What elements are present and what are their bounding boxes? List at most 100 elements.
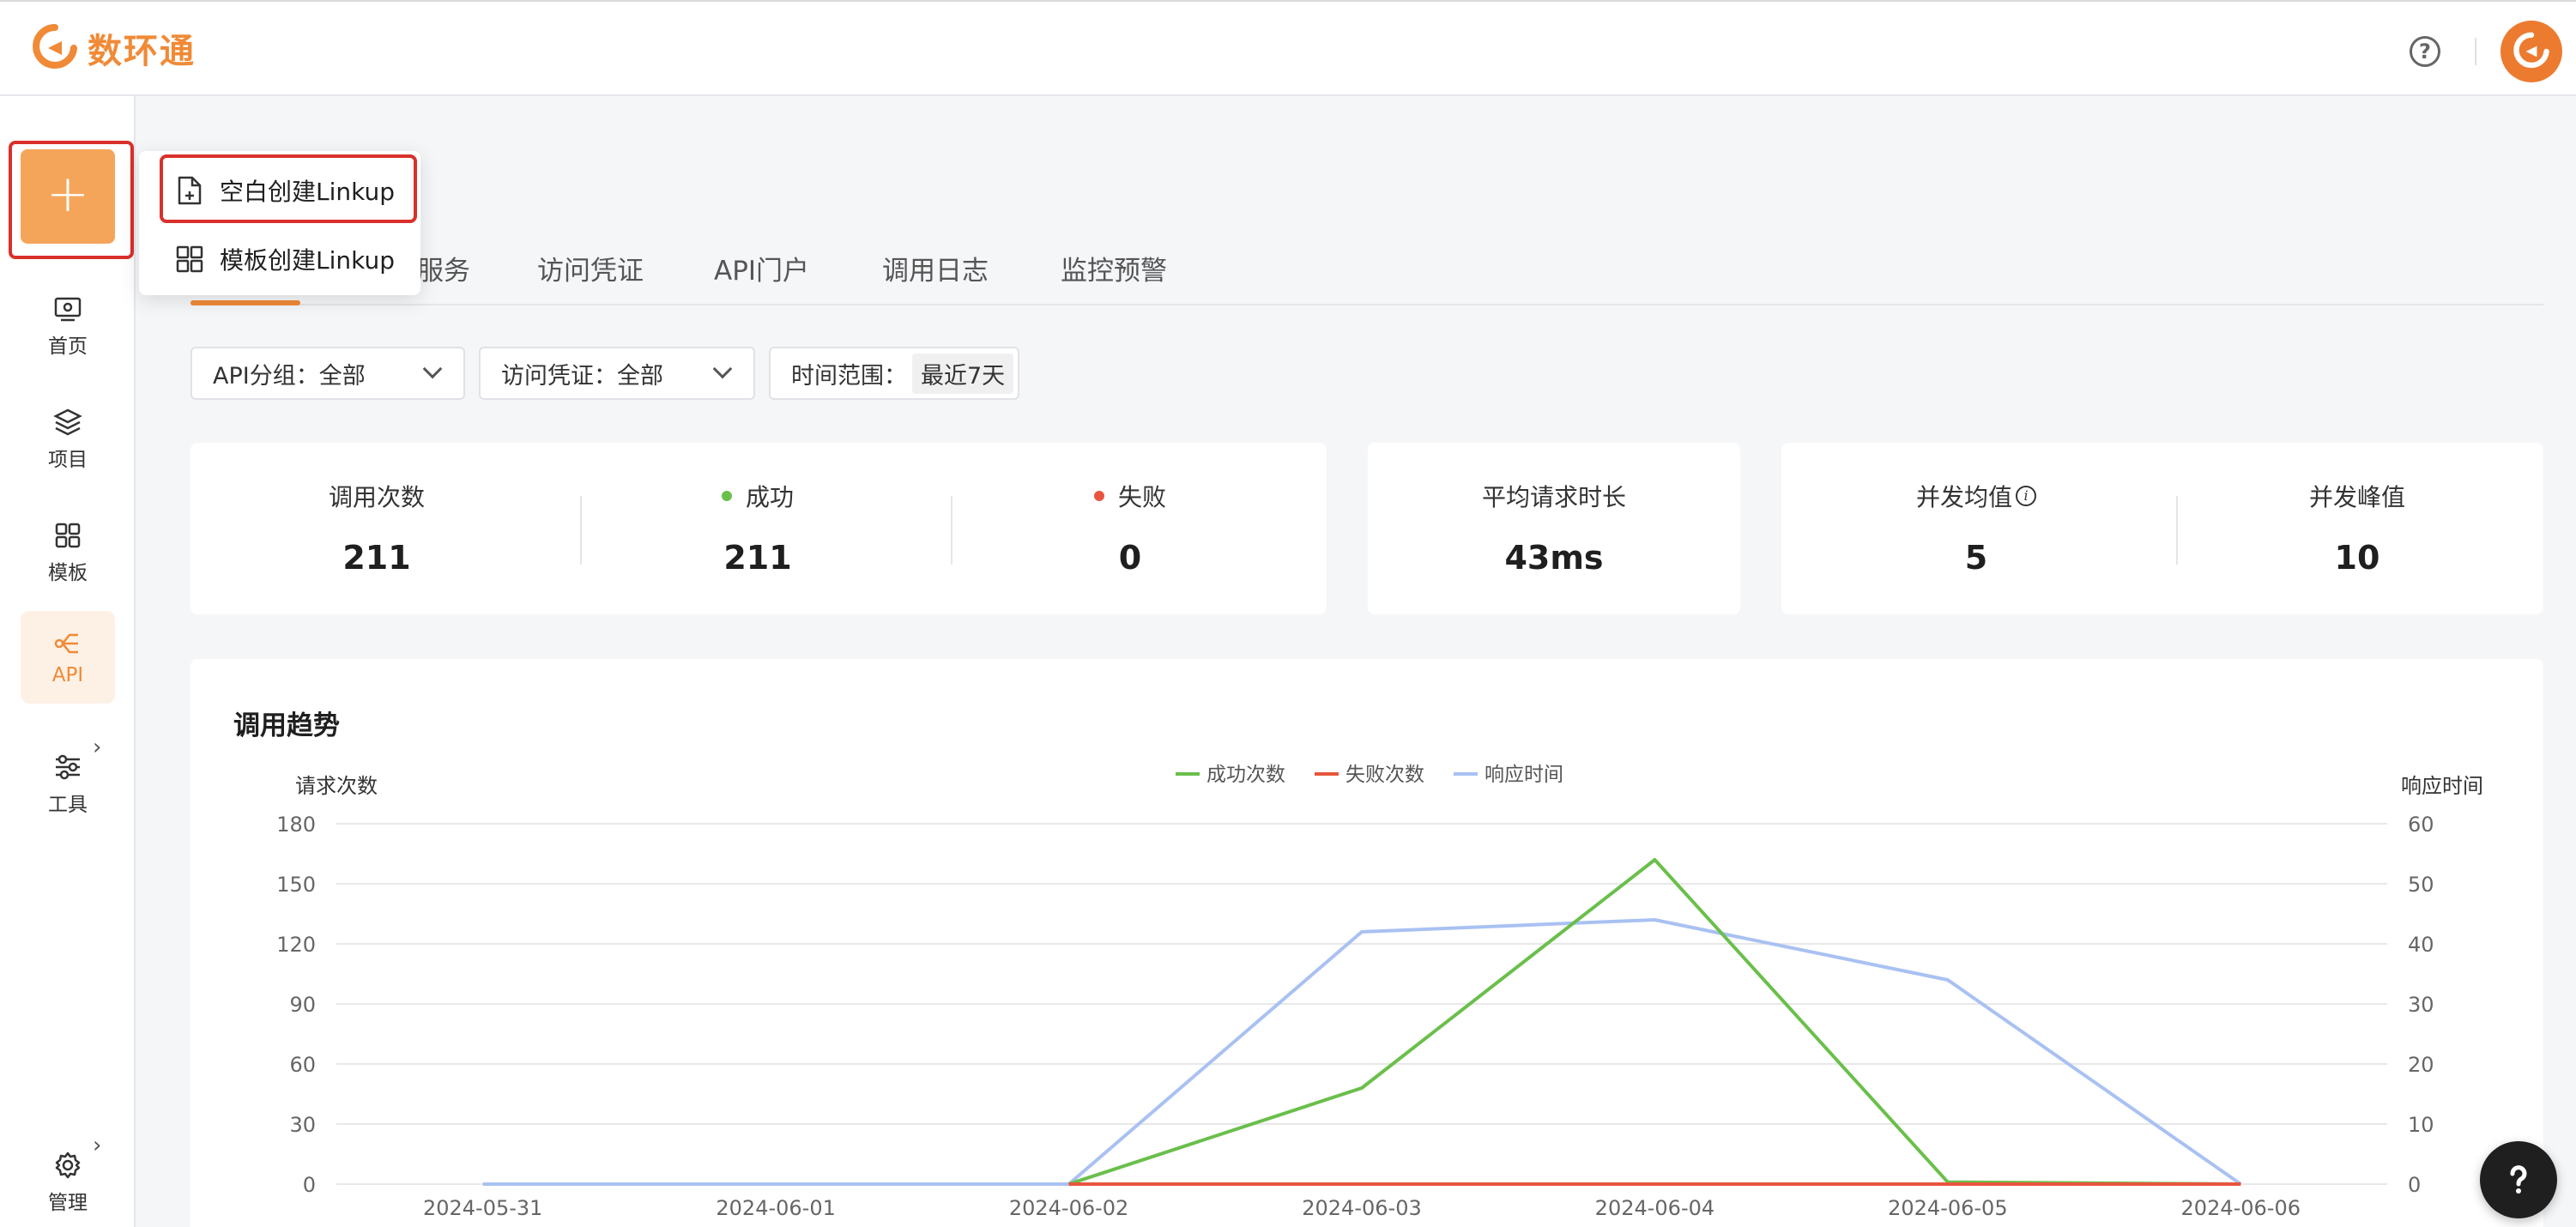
- x-tick-label: 2024-06-01: [716, 1196, 835, 1220]
- chevron-down-icon: [422, 359, 443, 379]
- y-tick-label: 90: [289, 993, 316, 1017]
- stat-value: 10: [2334, 539, 2380, 577]
- stat-label: 并发均值: [1915, 483, 2012, 511]
- stat-concurrency-peak: 并发峰值 10: [2173, 479, 2542, 577]
- avg-duration-card: 平均请求时长 43ms: [1368, 443, 1740, 614]
- y-tick-label: 0: [303, 1173, 316, 1197]
- call-stats-card: 调用次数 211 成功 211 失败 0: [190, 443, 1327, 614]
- y-tick-label: 150: [276, 873, 316, 897]
- stat-value: 0: [1118, 539, 1142, 577]
- stat-label: 调用次数: [328, 483, 425, 511]
- credential-value: 访问凭证：全部: [501, 362, 663, 390]
- stat-failure: 失败 0: [946, 479, 1315, 577]
- stat-value: 43ms: [1504, 539, 1604, 577]
- sidebar-item-label: 工具: [48, 794, 88, 816]
- tab-call-logs[interactable]: 调用日志: [882, 249, 989, 287]
- create-button-highlight: [9, 141, 134, 259]
- time-range-label: 时间范围：: [791, 362, 907, 390]
- y2-tick-label: 20: [2408, 1053, 2434, 1077]
- top-header: 数环通 ?: [0, 0, 2576, 96]
- tools-chevron-right-icon: ›: [93, 734, 102, 760]
- stat-value: 5: [1964, 539, 1988, 577]
- stat-avg-duration: 平均请求时长 43ms: [1370, 479, 1738, 577]
- success-dot-icon: [721, 491, 732, 501]
- sidebar-item-label: 首页: [48, 335, 88, 358]
- sidebar-item-projects[interactable]: 项目: [21, 393, 115, 486]
- time-range-value: 最近7天: [912, 353, 1014, 394]
- y2-tick-label: 0: [2408, 1173, 2421, 1197]
- menu-item-template-create[interactable]: 模板创建Linkup: [175, 242, 395, 276]
- active-tab-indicator: [190, 300, 300, 305]
- tab-api-portal[interactable]: API门户: [714, 249, 809, 287]
- x-tick-label: 2024-06-02: [1009, 1196, 1128, 1220]
- stat-label: 成功: [745, 483, 794, 511]
- time-range-select[interactable]: 时间范围： 最近7天: [769, 347, 1019, 400]
- x-tick-label: 2024-06-03: [1302, 1196, 1421, 1220]
- api-group-value: API分组：全部: [213, 362, 366, 390]
- layers-icon: [53, 408, 82, 436]
- legend-label: 响应时间: [1485, 764, 1563, 786]
- grid-icon: [55, 523, 81, 548]
- stat-label: 平均请求时长: [1481, 483, 1626, 511]
- sidebar-item-templates[interactable]: 模板: [21, 506, 115, 599]
- sidebar-item-api[interactable]: API: [21, 611, 115, 704]
- y-tick-label: 60: [289, 1053, 316, 1077]
- call-trend-chart: 0 30 60 90 120 150 180 0 10 20 30 40 50 60 请求次数 响应时间 202…: [276, 764, 2483, 1220]
- y-tick-label: 30: [289, 1113, 316, 1137]
- x-tick-label: 2024-06-06: [2181, 1196, 2301, 1220]
- y2-tick-label: 30: [2408, 993, 2434, 1017]
- tab-bar: 服务 访问凭证 API门户 调用日志 监控预警: [190, 240, 2543, 305]
- tab-credentials[interactable]: 访问凭证: [537, 249, 644, 287]
- legend-label: 成功次数: [1206, 764, 1285, 786]
- sidebar: + 首页 项目 模板 API 工具 › 管理 ›: [0, 96, 136, 1227]
- y2-tick-label: 10: [2408, 1113, 2434, 1137]
- sidebar-item-label: API: [51, 664, 84, 686]
- call-trend-card: 调用趋势 0 30 60 90 120 150 180 0 10 20 30 40 50 60 请求次数 响应…: [190, 659, 2543, 1227]
- stat-concurrency-avg: 并发均值 i 5: [1792, 479, 2161, 577]
- logo-icon: [33, 24, 77, 69]
- admin-chevron-right-icon: ›: [93, 1133, 102, 1158]
- legend-label: 失败次数: [1345, 764, 1424, 786]
- stat-calls: 调用次数 211: [192, 479, 561, 577]
- help-icon[interactable]: ?: [2410, 36, 2440, 67]
- chevron-down-icon: [712, 359, 733, 379]
- stat-label: 并发峰值: [2308, 483, 2405, 511]
- info-icon[interactable]: i: [2016, 486, 2036, 506]
- sidebar-item-label: 项目: [48, 449, 88, 471]
- failure-dot-icon: [1093, 491, 1104, 501]
- x-tick-label: 2024-06-04: [1595, 1196, 1714, 1220]
- monitor-icon: [54, 297, 82, 322]
- x-tick-label: 2024-05-31: [423, 1196, 542, 1220]
- help-question-icon: [2510, 1165, 2527, 1194]
- floating-help-button[interactable]: [2480, 1141, 2557, 1218]
- api-group-select[interactable]: API分组：全部: [190, 347, 465, 400]
- stat-value: 211: [723, 539, 792, 577]
- concurrency-card: 并发均值 i 5 并发峰值 10: [1781, 443, 2543, 614]
- sidebar-item-home[interactable]: 首页: [21, 280, 115, 372]
- tab-services[interactable]: 服务: [417, 249, 470, 287]
- avatar[interactable]: [2500, 21, 2562, 82]
- credential-select[interactable]: 访问凭证：全部: [479, 347, 755, 400]
- sliders-icon: [56, 754, 80, 780]
- x-tick-label: 2024-06-05: [1888, 1196, 2007, 1220]
- series-line: [482, 918, 2242, 1186]
- app-logo[interactable]: 数环通: [31, 22, 196, 74]
- stat-label: 失败: [1117, 483, 1166, 511]
- y2-tick-label: 60: [2408, 813, 2434, 837]
- app-name: 数环通: [88, 32, 196, 71]
- y-axis-title: 请求次数: [295, 774, 378, 798]
- api-icon: [54, 633, 78, 654]
- template-grid-icon: [176, 245, 203, 273]
- stat-value: 211: [342, 539, 411, 577]
- header-divider: [2475, 38, 2476, 65]
- y2-tick-label: 40: [2408, 933, 2434, 957]
- blank-create-highlight: [160, 154, 417, 223]
- stat-success: 成功 211: [573, 479, 942, 577]
- y-tick-label: 120: [276, 933, 316, 957]
- menu-item-label: 模板创建Linkup: [220, 246, 395, 275]
- y2-tick-label: 50: [2408, 873, 2434, 897]
- sidebar-item-label: 管理: [48, 1192, 88, 1214]
- y2-axis-title: 响应时间: [2401, 774, 2483, 798]
- series-line: [1067, 858, 2241, 1186]
- tab-monitoring[interactable]: 监控预警: [1061, 249, 1167, 287]
